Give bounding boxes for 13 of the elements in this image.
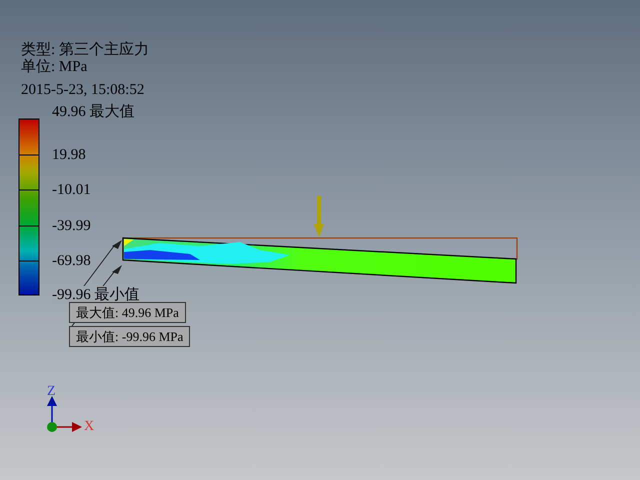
unit-label: 单位: MPa	[21, 59, 88, 76]
legend-value: -10.01	[52, 181, 91, 199]
legend-value: -39.99	[52, 217, 91, 235]
value-callout: 最大值: 49.96 MPa	[69, 302, 186, 323]
legend-value: -69.98	[52, 252, 91, 270]
legend-value: 19.98	[52, 146, 86, 164]
value-callout: 最小值: -99.96 MPa	[69, 326, 190, 347]
axis-label: X	[84, 420, 94, 434]
legend-value: -99.96 最小值	[52, 286, 140, 304]
axis-label: Z	[47, 385, 56, 399]
legend-value: 49.96 最大值	[52, 103, 134, 121]
result-type-label: 类型: 第三个主应力	[21, 42, 149, 58]
timestamp: 2015-5-23, 15:08:52	[21, 82, 146, 99]
